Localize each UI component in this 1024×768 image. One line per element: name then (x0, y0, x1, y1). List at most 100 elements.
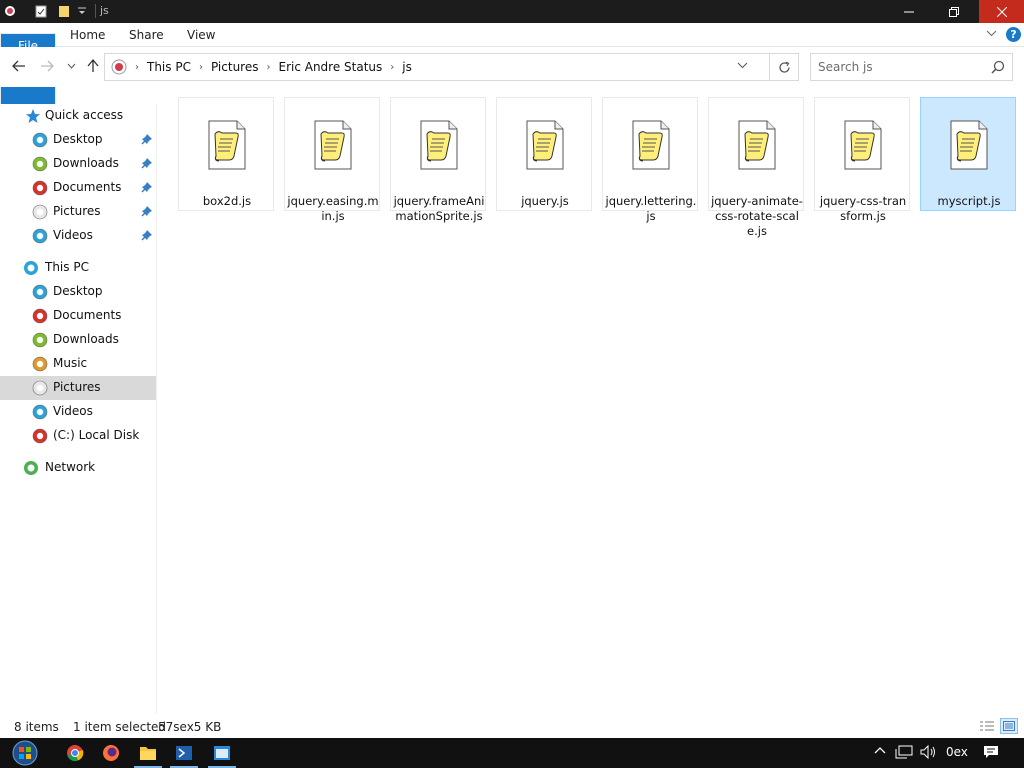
file-view: box2d.js jquery.easing.min.js jquery.frame… (160, 87, 1024, 714)
sidebar-item-videos[interactable]: Videos (0, 224, 156, 248)
sidebar-item-label: Desktop (53, 284, 103, 298)
file-item[interactable]: myscript.js (920, 97, 1016, 211)
file-name: jquery-css-transform.js (819, 194, 907, 223)
close-button[interactable] (979, 0, 1024, 23)
script-file-icon (524, 120, 566, 170)
this-pc-icon (23, 260, 39, 276)
clock[interactable]: 0ex (946, 745, 968, 759)
breadcrumb-this-pc[interactable]: This PC (143, 60, 195, 74)
volume-icon[interactable] (920, 744, 938, 762)
pin-icon (141, 205, 153, 220)
taskbar: 0ex (0, 738, 1024, 768)
file-explorer-icon[interactable] (130, 738, 166, 768)
details-view-icon[interactable] (978, 718, 996, 734)
expand-ribbon-icon[interactable] (986, 28, 997, 42)
firefox-icon[interactable] (93, 738, 129, 768)
sidebar-item-label: Videos (53, 404, 93, 418)
file-item[interactable]: jquery.js (496, 97, 592, 211)
breadcrumb-arrow-icon[interactable]: › (262, 62, 274, 73)
minimize-button[interactable] (886, 0, 931, 23)
breadcrumb-eric-andre-status[interactable]: Eric Andre Status (274, 60, 386, 74)
window-app-icon[interactable] (204, 738, 240, 768)
script-file-icon (948, 120, 990, 170)
properties-icon[interactable] (33, 3, 49, 19)
help-icon[interactable]: ? (1006, 27, 1021, 42)
sidebar-item-desktop[interactable]: Desktop (0, 128, 156, 152)
local-disk-icon (32, 428, 48, 444)
sidebar-item-label: Downloads (53, 156, 119, 170)
powershell-icon[interactable] (166, 738, 202, 768)
sidebar-item-desktop[interactable]: Desktop (0, 280, 156, 304)
pin-icon (141, 133, 153, 148)
selection-size: 57sex5 KB (158, 720, 222, 734)
pin-icon (141, 181, 153, 196)
script-file-icon (736, 120, 778, 170)
customize-dropdown-icon[interactable] (74, 3, 90, 19)
sidebar-item-label: Pictures (53, 380, 101, 394)
back-button[interactable] (10, 57, 28, 75)
app-icon[interactable] (2, 3, 18, 19)
file-item[interactable]: jquery.easing.min.js (284, 97, 380, 223)
sidebar-item-pictures[interactable]: Pictures (0, 376, 156, 400)
file-name: jquery-animate-css-rotate-scale.js (711, 194, 803, 238)
sidebar-item-documents[interactable]: Documents (0, 176, 156, 200)
chrome-icon[interactable] (57, 738, 93, 768)
sidebar-item-downloads[interactable]: Downloads (0, 328, 156, 352)
nav-this-pc[interactable]: This PC (0, 256, 156, 280)
sidebar-item-label: Videos (53, 228, 93, 242)
address-bar[interactable]: › This PC › Pictures › Eric Andre Status… (104, 53, 799, 81)
restore-button[interactable] (931, 0, 976, 23)
sidebar-item-music[interactable]: Music (0, 352, 156, 376)
downloads-icon (32, 332, 48, 348)
forward-button[interactable] (38, 57, 56, 75)
breadcrumb-js[interactable]: js (398, 60, 416, 74)
file-name: myscript.js (937, 194, 1001, 208)
breadcrumb-pictures[interactable]: Pictures (207, 60, 263, 74)
tab-view[interactable]: View (187, 23, 215, 47)
address-dropdown-icon[interactable] (737, 60, 748, 74)
file-item[interactable]: jquery.frameAnimationSprite.js (390, 97, 486, 223)
file-name: jquery.lettering.js (605, 194, 697, 223)
nav-network[interactable]: Network (0, 456, 156, 480)
sidebar-item-downloads[interactable]: Downloads (0, 152, 156, 176)
search-input[interactable] (818, 59, 988, 75)
show-hidden-icons-icon[interactable] (874, 745, 886, 760)
refresh-button[interactable] (769, 54, 799, 80)
new-folder-icon[interactable] (56, 3, 72, 19)
start-icon[interactable] (4, 738, 46, 768)
file-item[interactable]: jquery-animate-css-rotate-scale.js (708, 97, 804, 238)
recent-locations-icon[interactable] (62, 57, 80, 75)
nav-label: This PC (45, 260, 89, 274)
file-name: jquery.easing.min.js (287, 194, 379, 223)
file-item[interactable]: box2d.js (178, 97, 274, 211)
nav-quick-access[interactable]: Quick access (0, 104, 156, 128)
action-center-icon[interactable] (983, 745, 999, 762)
file-item[interactable]: jquery-css-transform.js (814, 97, 910, 223)
tab-share[interactable]: Share (129, 23, 164, 47)
sidebar-item-c-local-disk[interactable]: (C:) Local Disk (0, 424, 156, 448)
tab-home[interactable]: Home (70, 23, 105, 47)
sidebar-item-pictures[interactable]: Pictures (0, 200, 156, 224)
up-button[interactable] (84, 57, 102, 75)
sidebar-item-documents[interactable]: Documents (0, 304, 156, 328)
star-icon (25, 108, 41, 124)
script-file-icon (312, 120, 354, 170)
navigation-pane: Quick access Desktop Downloads Documents Pi… (0, 104, 157, 714)
large-icons-view-icon[interactable] (1000, 718, 1018, 734)
search-icon[interactable] (991, 60, 1005, 77)
file-item[interactable]: jquery.lettering.js (602, 97, 698, 223)
network-tray-icon[interactable] (895, 745, 913, 762)
sidebar-item-videos[interactable]: Videos (0, 400, 156, 424)
selection-status: 1 item selected (73, 720, 167, 734)
breadcrumb-arrow-icon[interactable]: › (131, 62, 143, 73)
breadcrumb-arrow-icon[interactable]: › (386, 62, 398, 73)
navigation-bar: › This PC › Pictures › Eric Andre Status… (0, 47, 1024, 87)
window-title: js (100, 4, 109, 17)
search-box[interactable] (810, 53, 1013, 81)
documents-icon (32, 180, 48, 196)
sidebar-item-label: Pictures (53, 204, 101, 218)
network-icon (23, 460, 39, 476)
breadcrumb-arrow-icon[interactable]: › (195, 62, 207, 73)
downloads-icon (32, 156, 48, 172)
videos-icon (32, 228, 48, 244)
